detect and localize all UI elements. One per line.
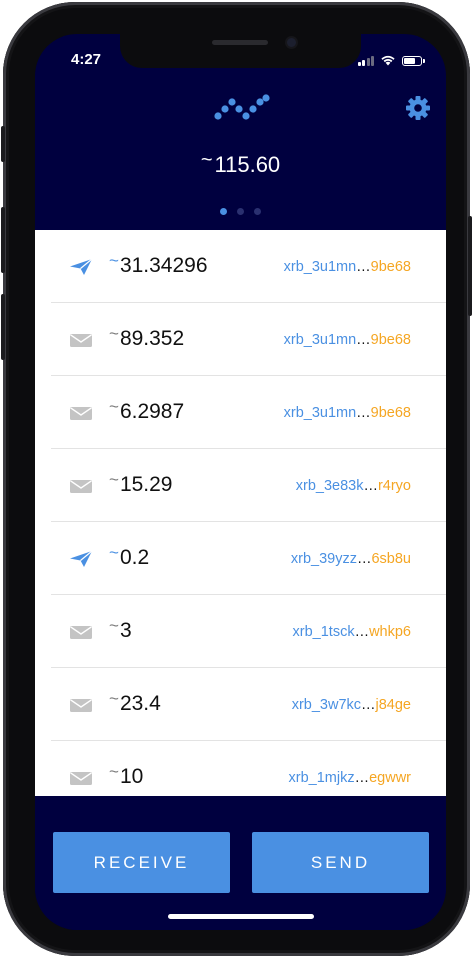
transaction-address: xrb_3w7kc…j84ge	[291, 697, 411, 713]
volume-down-button	[1, 294, 5, 360]
page-dot-2[interactable]	[237, 208, 244, 215]
transaction-amount: ~3	[109, 616, 132, 642]
amount-symbol: ~	[109, 543, 119, 562]
transaction-row[interactable]: ~31.34296 xrb_3u1mn…9be68	[35, 230, 446, 303]
transaction-amount: ~89.352	[109, 324, 185, 350]
transaction-address: xrb_1mjkz…egwwr	[288, 770, 411, 786]
transaction-row[interactable]: ~10 xrb_1mjkz…egwwr	[35, 741, 446, 796]
front-camera	[287, 38, 296, 47]
transaction-address: xrb_3u1mn…9be68	[283, 405, 411, 421]
amount-symbol: ~	[109, 470, 119, 489]
transaction-address: xrb_1tsck…whkp6	[292, 624, 411, 640]
receive-button[interactable]: RECEIVE	[53, 832, 230, 893]
amount-symbol: ~	[109, 689, 119, 708]
action-bar: RECEIVE SEND	[35, 796, 446, 930]
transaction-address: xrb_39yzz…6sb8u	[290, 551, 411, 567]
balance-symbol: ~	[200, 149, 213, 171]
page-dot-1[interactable]	[220, 208, 227, 215]
transaction-row[interactable]: ~0.2 xrb_39yzz…6sb8u	[35, 522, 446, 595]
transaction-row[interactable]: ~15.29 xrb_3e83k…r4ryo	[35, 449, 446, 522]
envelope-icon	[70, 626, 92, 639]
cellular-signal-icon	[357, 55, 374, 66]
envelope-icon	[70, 480, 92, 493]
nano-logo	[214, 94, 270, 120]
gear-icon[interactable]	[405, 95, 431, 121]
volume-up-button	[1, 207, 5, 273]
mute-switch	[1, 126, 5, 162]
app-screen: 4:27 ~115.60 ~31.34296 xrb_3u1mn…9be68 ~…	[35, 34, 446, 930]
side-button	[468, 216, 472, 316]
envelope-icon	[70, 334, 92, 347]
paper-plane-icon	[70, 258, 93, 275]
amount-symbol: ~	[109, 397, 119, 416]
transaction-row[interactable]: ~23.4 xrb_3w7kc…j84ge	[35, 668, 446, 741]
transaction-row[interactable]: ~3 xrb_1tsck…whkp6	[35, 595, 446, 668]
balance-amount: 115.60	[214, 152, 281, 177]
transaction-row[interactable]: ~6.2987 xrb_3u1mn…9be68	[35, 376, 446, 449]
transaction-address: xrb_3e83k…r4ryo	[295, 478, 411, 494]
transaction-amount: ~31.34296	[109, 251, 208, 277]
envelope-icon	[70, 772, 92, 785]
status-time: 4:27	[71, 51, 102, 68]
transaction-list[interactable]: ~31.34296 xrb_3u1mn…9be68 ~89.352 xrb_3u…	[35, 230, 446, 796]
transaction-amount: ~23.4	[109, 689, 161, 715]
status-icons	[357, 54, 425, 66]
phone-frame: 4:27 ~115.60 ~31.34296 xrb_3u1mn…9be68 ~…	[1, 2, 472, 956]
amount-symbol: ~	[109, 324, 119, 343]
wifi-icon	[381, 55, 395, 66]
amount-symbol: ~	[109, 762, 119, 781]
total-balance: ~115.60	[35, 149, 446, 178]
transaction-amount: ~10	[109, 762, 144, 788]
envelope-icon	[70, 407, 92, 420]
transaction-address: xrb_3u1mn…9be68	[283, 259, 411, 275]
notch	[120, 34, 361, 68]
speaker	[212, 40, 268, 45]
page-dot-3[interactable]	[254, 208, 261, 215]
home-indicator[interactable]	[168, 914, 314, 919]
paper-plane-icon	[70, 550, 93, 567]
send-button[interactable]: SEND	[252, 832, 429, 893]
envelope-icon	[70, 699, 92, 712]
transaction-row[interactable]: ~89.352 xrb_3u1mn…9be68	[35, 303, 446, 376]
amount-symbol: ~	[109, 616, 119, 635]
amount-symbol: ~	[109, 251, 119, 270]
battery-icon	[402, 56, 425, 66]
transaction-address: xrb_3u1mn…9be68	[283, 332, 411, 348]
transaction-amount: ~6.2987	[109, 397, 185, 423]
transaction-amount: ~0.2	[109, 543, 150, 569]
transaction-amount: ~15.29	[109, 470, 173, 496]
page-indicator	[35, 208, 446, 215]
